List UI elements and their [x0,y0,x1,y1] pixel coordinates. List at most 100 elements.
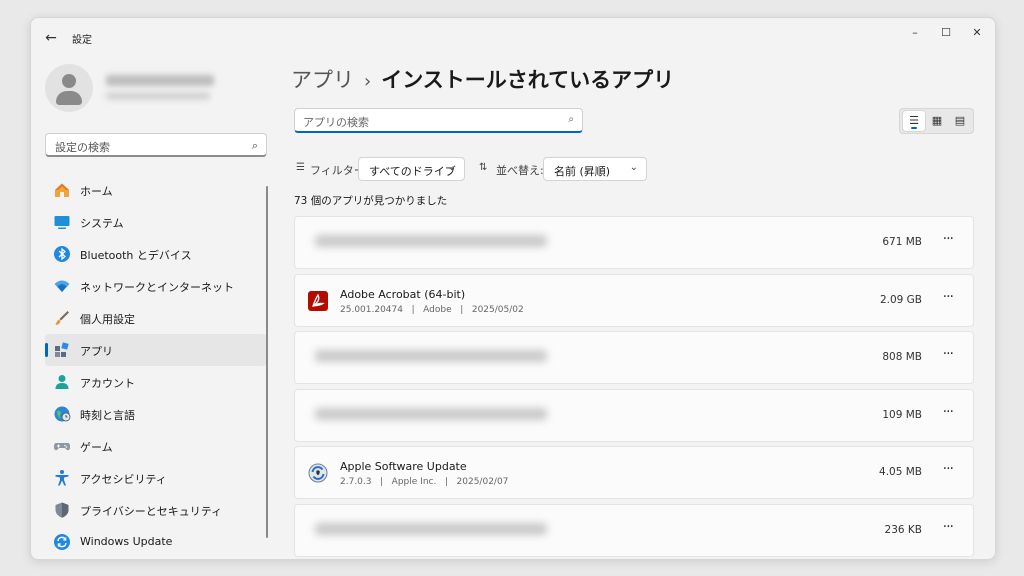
sort-value: 名前 (昇順) [554,165,611,178]
update-icon [53,533,71,551]
filter-value: すべてのドライブ [369,165,456,178]
sidebar-item-label: 時刻と言語 [80,409,135,422]
more-options-icon[interactable]: ··· [943,461,954,477]
sidebar-item-gamepad[interactable]: ゲーム [45,430,267,462]
sidebar-item-label: Windows Update [80,535,173,548]
sidebar-item-account[interactable]: アカウント [45,366,267,398]
app-name-redacted [315,350,547,362]
app-list-item[interactable]: Apple Software Update 2.7.0.3 | Apple Inc… [294,446,974,499]
sidebar-item-apps[interactable]: アプリ [45,334,267,366]
accessibility-icon [53,469,71,487]
more-options-icon[interactable]: ··· [943,404,954,420]
search-icon[interactable]: ⌕ [568,114,574,125]
filter-dropdown[interactable]: すべてのドライブ ⌄ [358,157,465,181]
app-name-redacted [315,522,547,535]
sidebar-item-label: アプリ [80,345,113,358]
account-email-redacted [106,92,210,100]
bluetooth-icon [53,245,71,263]
sort-dropdown[interactable]: 名前 (昇順) ⌄ [543,157,647,181]
breadcrumb-parent[interactable]: アプリ [291,68,354,92]
app-name: Adobe Acrobat (64-bit) [340,287,466,301]
more-options-icon[interactable]: ··· [943,289,954,305]
back-arrow-icon[interactable]: ← [43,30,59,46]
account-name-redacted [106,75,214,86]
avatar[interactable] [45,64,93,112]
search-icon[interactable]: ⌕ [252,139,258,153]
sidebar-item-system[interactable]: システム [45,206,267,238]
app-meta: 2.7.0.3 | Apple Inc. | 2025/02/07 [340,477,509,487]
app-list-item[interactable]: 808 MB ··· [294,331,974,384]
minimize-button[interactable]: – [901,23,929,43]
app-size: 236 KB [884,523,922,536]
brush-icon [53,309,71,327]
app-name-redacted [315,407,547,420]
home-icon [53,181,71,199]
adobe-acrobat-icon [308,290,328,311]
breadcrumb-separator: › [364,71,372,92]
title-bar: ← 設定 – ☐ ✕ [31,18,995,58]
globe-icon [53,405,71,423]
sort-icon: ⇅ [479,162,488,173]
settings-window: ← 設定 – ☐ ✕ 設定の検索 ⌕ ホームシステム Bluetooth とデバイ… [30,17,996,560]
apple-software-update-icon [308,463,328,483]
app-size: 4.05 MB [879,466,922,478]
app-count: 73 個のアプリが見つかりました [294,195,448,207]
page-title: インストールされているアプリ [381,68,675,92]
sort-label: 並べ替え: [496,164,544,177]
chevron-down-icon: ⌄ [447,162,456,173]
maximize-button[interactable]: ☐ [932,23,960,43]
list-view-icon[interactable]: ☰ [903,111,925,131]
sidebar-item-label: ゲーム [80,441,113,454]
sidebar-item-label: ネットワークとインターネット [80,281,234,294]
app-name: Apple Software Update [340,460,467,473]
active-indicator [45,343,48,357]
app-meta: 25.001.20474 | Adobe | 2025/05/02 [340,304,524,315]
sidebar-item-bluetooth[interactable]: Bluetooth とデバイス [45,238,267,270]
breadcrumb: アプリ › インストールされているアプリ [291,64,674,94]
app-search-placeholder: アプリの検索 [303,116,369,129]
more-options-icon[interactable]: ··· [943,346,954,362]
sidebar-item-label: システム [80,217,124,230]
sidebar-item-label: Bluetooth とデバイス [80,249,192,262]
app-list-item[interactable]: 671 MB ··· [294,216,974,269]
settings-search-input[interactable]: 設定の検索 ⌕ [45,133,267,157]
app-size: 808 MB [882,351,922,363]
app-list-item[interactable]: Adobe Acrobat (64-bit) 25.001.20474 | Ado… [294,273,974,327]
sidebar-item-globe[interactable]: 時刻と言語 [45,398,267,430]
close-button[interactable]: ✕ [963,23,991,43]
sidebar-item-brush[interactable]: 個人用設定 [45,302,267,334]
app-list-item[interactable]: 109 MB ··· [294,388,974,442]
sidebar-item-shield[interactable]: プライバシーとセキュリティ [45,494,267,526]
sidebar-item-accessibility[interactable]: アクセシビリティ [45,462,267,494]
app-search-input[interactable]: アプリの検索 ⌕ [294,108,583,133]
app-size: 671 MB [882,236,922,248]
sidebar-item-label: アクセシビリティ [80,473,167,486]
view-toggle-group: ☰ ▦ ▤ [899,108,974,134]
apps-icon [53,341,71,359]
app-list-item[interactable]: 236 KB ··· [294,503,974,557]
avatar-head [62,74,76,88]
avatar-body [56,91,82,105]
app-name-redacted [315,235,547,247]
settings-search-placeholder: 設定の検索 [55,141,110,154]
sidebar-item-label: ホーム [80,185,113,198]
wifi-icon [53,277,71,295]
grid-view-icon[interactable]: ▦ [926,111,948,131]
sidebar-item-update[interactable]: Windows Update [45,526,267,558]
shield-icon [53,501,71,519]
chevron-down-icon: ⌄ [629,162,638,173]
account-icon [53,373,71,391]
sidebar-item-wifi[interactable]: ネットワークとインターネット [45,270,267,302]
app-list: 671 MB ··· Adobe Acrobat (64-bit) 25.001.20… [294,216,974,559]
sidebar-item-home[interactable]: ホーム [45,174,267,206]
app-title: 設定 [72,35,92,46]
gamepad-icon [53,437,71,455]
table-view-icon[interactable]: ▤ [949,111,971,131]
sidebar-nav: ホームシステム Bluetooth とデバイスネットワークとインターネット個人用設… [45,174,267,558]
more-options-icon[interactable]: ··· [943,519,954,535]
app-size: 2.09 GB [879,293,922,306]
system-icon [53,213,71,231]
sidebar-item-label: プライバシーとセキュリティ [80,505,223,518]
sidebar-scrollbar[interactable] [266,186,268,538]
more-options-icon[interactable]: ··· [943,231,954,247]
